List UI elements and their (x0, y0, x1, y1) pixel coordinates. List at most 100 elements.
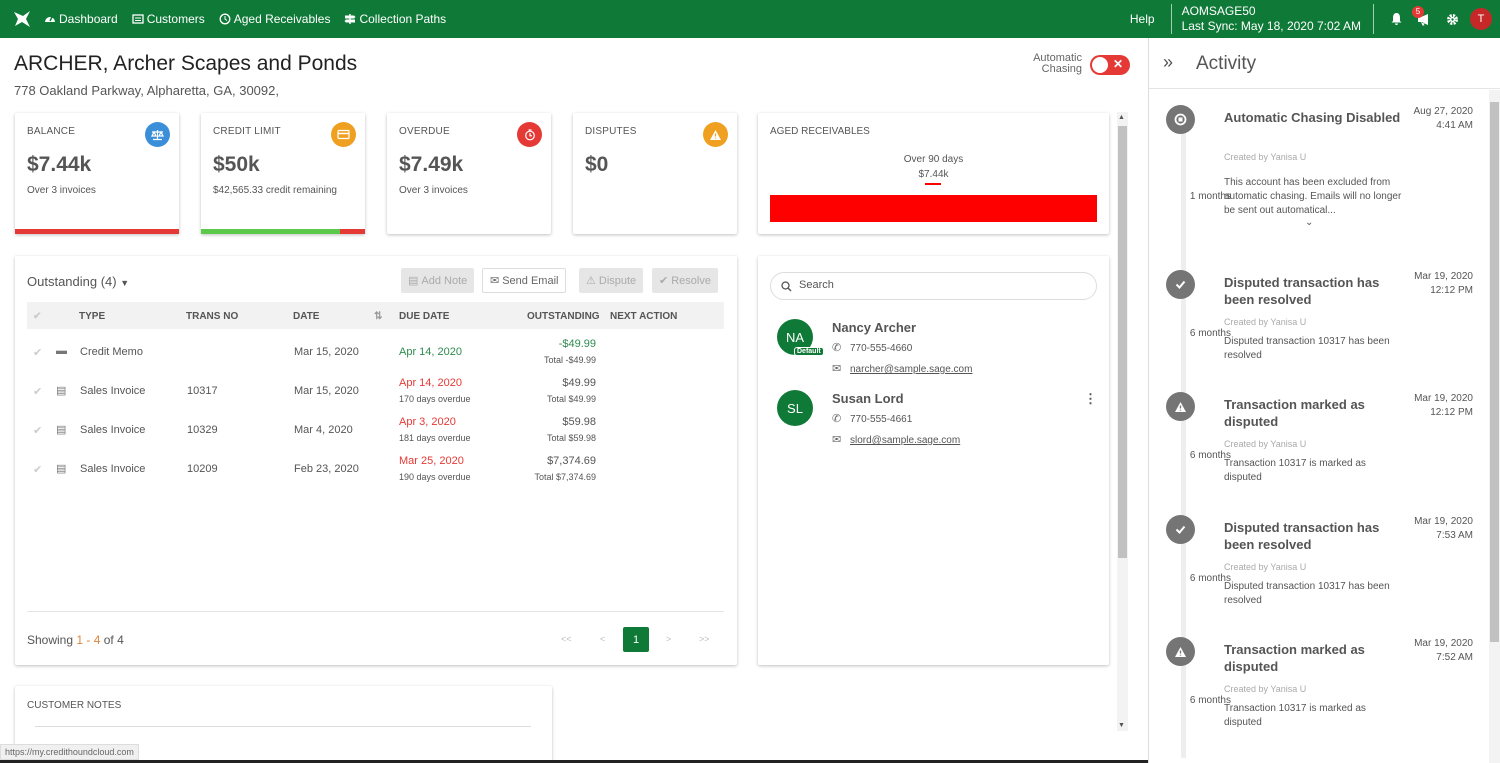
contact-phone[interactable]: 770-555-4660 (850, 343, 912, 354)
disputes-card[interactable]: DISPUTES $0 (573, 113, 737, 234)
outstanding-panel: Outstanding (4) ▼ ▤ Add Note ✉ Send Emai… (15, 256, 737, 665)
overdue-card[interactable]: OVERDUE $7.49k Over 3 invoices (387, 113, 551, 234)
contact-search[interactable] (770, 272, 1097, 300)
sort-icon[interactable]: ⇅ (374, 311, 382, 322)
row-amount: $49.99 (562, 377, 596, 389)
row-check-icon[interactable]: ✔ (33, 346, 42, 359)
first-page-button[interactable]: << (561, 634, 572, 644)
scroll-up-icon[interactable]: ▲ (1118, 114, 1125, 121)
row-check-icon[interactable]: ✔ (33, 463, 42, 476)
notifications-button[interactable] (1382, 5, 1410, 33)
gear-icon (1446, 13, 1458, 25)
prev-page-button[interactable]: < (600, 634, 605, 644)
last-sync: Last Sync: May 18, 2020 7:02 AM (1181, 19, 1361, 33)
col-due-date[interactable]: DUE DATE (399, 311, 449, 322)
col-outstanding[interactable]: OUTSTANDING (527, 311, 600, 322)
hound-logo-icon (14, 11, 30, 27)
app-logo[interactable] (0, 0, 44, 38)
contact-email[interactable]: slord@sample.sage.com (850, 435, 960, 446)
nav-customers[interactable]: Customers (132, 12, 205, 26)
phone-icon: ✆ (832, 413, 842, 425)
activity-event[interactable]: Disputed transaction has been resolved M… (1149, 260, 1489, 378)
notes-input[interactable] (35, 726, 531, 727)
scrollbar-thumb[interactable] (1118, 126, 1127, 558)
activity-event[interactable]: Disputed transaction has been resolved M… (1149, 505, 1489, 623)
nav-customers-label: Customers (146, 12, 205, 26)
aged-bucket-amount: $7.44k (918, 169, 949, 180)
last-page-button[interactable]: >> (699, 634, 710, 644)
credit-card-icon (331, 122, 356, 147)
balance-card[interactable]: BALANCE $7.44k Over 3 invoices (15, 113, 179, 234)
activity-event[interactable]: Transaction marked as disputed Mar 19, 2… (1149, 382, 1489, 500)
overdue-label: OVERDUE (399, 126, 450, 137)
row-type: Sales Invoice (80, 385, 146, 397)
nav-collection-paths[interactable]: Collection Paths (344, 12, 446, 26)
more-options-icon[interactable]: ⋮ (1084, 391, 1097, 407)
event-title: Transaction marked as disputed (1224, 642, 1365, 674)
row-check-icon[interactable]: ✔ (33, 424, 42, 437)
collapse-panel-icon[interactable]: » (1163, 52, 1173, 73)
row-total: Total -$49.99 (543, 355, 596, 365)
customer-notes-label: CUSTOMER NOTES (27, 700, 122, 711)
sync-info: AOMSAGE50 Last Sync: May 18, 2020 7:02 A… (1170, 4, 1361, 34)
settings-button[interactable] (1438, 5, 1466, 33)
next-page-button[interactable]: > (666, 634, 671, 644)
col-date[interactable]: DATE (293, 311, 319, 322)
event-date: Mar 19, 2020 (1414, 393, 1473, 404)
table-row[interactable]: ✔ ▤ Sales Invoice 10209 Feb 23, 2020 Mar… (27, 454, 724, 493)
table-row[interactable]: ✔ ▬ Credit Memo Mar 15, 2020 Apr 14, 202… (27, 337, 724, 376)
activity-scrollbar[interactable] (1489, 90, 1500, 763)
send-email-button[interactable]: ✉ Send Email (482, 268, 567, 293)
col-next-action[interactable]: NEXT ACTION (610, 311, 677, 322)
aged-receivables-card[interactable]: AGED RECEIVABLES Over 90 days $7.44k (758, 113, 1109, 234)
overdue-sub: Over 3 invoices (399, 185, 468, 196)
help-link[interactable]: Help (1130, 12, 1155, 26)
event-timestamp: Aug 27, 2020 4:41 AM (1389, 105, 1474, 133)
nav-aged-receivables[interactable]: Aged Receivables (219, 12, 330, 26)
expand-chevron-icon[interactable]: ⌄ (1305, 217, 1313, 228)
event-title: Transaction marked as disputed (1224, 397, 1365, 429)
announcements-button[interactable]: 5 (1410, 5, 1438, 33)
event-author: Created by Yanisa U (1224, 439, 1307, 449)
contact-email[interactable]: narcher@sample.sage.com (850, 364, 972, 375)
activity-event[interactable]: Transaction marked as disputed Mar 19, 2… (1149, 627, 1489, 745)
check-icon (1166, 515, 1195, 544)
table-row[interactable]: ✔ ▤ Sales Invoice 10317 Mar 15, 2020 Apr… (27, 376, 724, 415)
select-all-check-icon[interactable]: ✔ (33, 311, 41, 322)
disputes-value: $0 (585, 153, 609, 176)
scroll-down-icon[interactable]: ▼ (1118, 722, 1125, 729)
default-badge: Default (794, 347, 824, 356)
search-icon (781, 281, 792, 292)
add-note-button[interactable]: ▤ Add Note (401, 268, 475, 293)
credit-card-icon: ▬ (56, 345, 67, 357)
nav-dashboard[interactable]: Dashboard (44, 12, 118, 26)
contact-card[interactable]: NA Default Nancy Archer ✆ 770-555-4660 ✉… (758, 316, 1109, 386)
contacts-panel: NA Default Nancy Archer ✆ 770-555-4660 ✉… (758, 256, 1109, 665)
row-amount: -$49.99 (558, 338, 596, 350)
row-check-icon[interactable]: ✔ (33, 385, 42, 398)
automatic-chasing-toggle[interactable]: ✕ (1090, 55, 1130, 75)
user-avatar[interactable]: T (1470, 8, 1492, 30)
table-divider (27, 611, 724, 612)
dispute-button[interactable]: ⚠ Dispute (579, 268, 644, 293)
credit-limit-label: CREDIT LIMIT (213, 126, 281, 137)
scrollbar-thumb[interactable] (1490, 102, 1499, 642)
row-type: Credit Memo (80, 346, 143, 358)
col-trans-no[interactable]: TRANS NO (186, 311, 238, 322)
contact-phone[interactable]: 770-555-4661 (850, 414, 912, 425)
main-scrollbar[interactable]: ▲ ▼ (1117, 112, 1128, 731)
search-input[interactable] (799, 279, 1079, 291)
credit-limit-card[interactable]: CREDIT LIMIT $50k $42,565.33 credit rema… (201, 113, 365, 234)
table-row[interactable]: ✔ ▤ Sales Invoice 10329 Mar 4, 2020 Apr … (27, 415, 724, 454)
col-type[interactable]: TYPE (79, 311, 105, 322)
resolve-button[interactable]: ✔ Resolve (652, 268, 718, 293)
aged-over-90-bar[interactable] (770, 195, 1097, 222)
row-overdue-days: 181 days overdue (399, 433, 471, 443)
event-title: Automatic Chasing Disabled (1224, 110, 1401, 125)
page-1-button[interactable]: 1 (623, 627, 649, 652)
contact-avatar: SL (777, 390, 813, 426)
activity-event[interactable]: Automatic Chasing Disabled Aug 27, 2020 … (1149, 95, 1489, 228)
event-age: 1 months (1189, 191, 1231, 202)
outstanding-dropdown[interactable]: Outstanding (4) ▼ (27, 274, 129, 289)
contact-card[interactable]: SL Susan Lord ⋮ ✆ 770-555-4661 ✉ slord@s… (758, 387, 1109, 457)
